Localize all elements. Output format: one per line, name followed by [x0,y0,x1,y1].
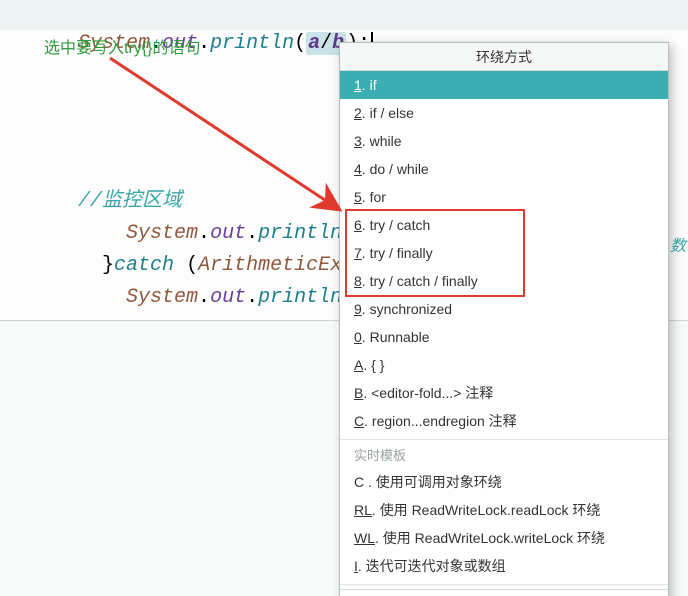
item-label: if / else [370,105,414,121]
popup-configure-link[interactable]: 配置动态模板... [340,589,668,596]
mnemonic: 9 [354,301,362,317]
item-label: { } [371,357,384,373]
mnemonic: C [354,474,364,490]
mnemonic: A [354,357,363,373]
mnemonic: 1 [354,77,362,93]
popup-item-synchronized[interactable]: 9. synchronized [340,295,668,323]
popup-item-writelock[interactable]: WL. 使用 ReadWriteLock.writeLock 环绕 [340,524,668,552]
item-label: 使用 ReadWriteLock.readLock 环绕 [380,502,601,518]
token-class: System [126,286,198,309]
mnemonic: WL [354,530,375,546]
popup-item-callable[interactable]: C . 使用可调用对象环绕 [340,468,668,496]
token-arg-a: a [308,32,320,55]
item-label: Runnable [370,329,430,345]
token-field: out [210,286,246,309]
popup-item-try-catch[interactable]: 6. try / catch [340,211,668,239]
popup-item-editor-fold[interactable]: B. <editor-fold...> 注释 [340,379,668,407]
popup-item-region[interactable]: C. region...endregion 注释 [340,407,668,435]
annotation-note: 选中要写入try{}的语句 [44,34,200,58]
popup-list-main: 1. if 2. if / else 3. while 4. do / whil… [340,71,668,435]
token-dot: . [246,286,258,309]
item-label: while [370,133,402,149]
root: System.out.println(a/b); 选中要写入try{}的语句 /… [0,0,688,596]
mnemonic: 2 [354,105,362,121]
popup-item-if[interactable]: 1. if [340,71,668,99]
popup-item-if-else[interactable]: 2. if / else [340,99,668,127]
item-label: <editor-fold...> 注释 [371,385,493,401]
popup-item-try-finally[interactable]: 7. try / finally [340,239,668,267]
mnemonic: B [354,385,363,401]
item-label: do / while [370,161,429,177]
popup-item-do-while[interactable]: 4. do / while [340,155,668,183]
item-label: for [370,189,386,205]
mnemonic: I [354,558,358,574]
mnemonic: 6 [354,217,362,233]
popup-separator [340,584,668,585]
mnemonic: 5 [354,189,362,205]
item-label: try / finally [370,245,433,261]
token-dot: . [198,286,210,309]
token-paren-open: ( [294,32,306,55]
item-label: try / catch / finally [370,273,478,289]
popup-item-while[interactable]: 3. while [340,127,668,155]
popup-separator [340,439,668,440]
surround-with-popup: 环绕方式 1. if 2. if / else 3. while 4. do /… [339,42,669,596]
popup-item-readlock[interactable]: RL. 使用 ReadWriteLock.readLock 环绕 [340,496,668,524]
token-slash: / [320,32,332,55]
item-label: try / catch [370,217,431,233]
mnemonic: 0 [354,329,362,345]
item-label: 使用 ReadWriteLock.writeLock 环绕 [383,530,605,546]
mnemonic: 4 [354,161,362,177]
mnemonic: 3 [354,133,362,149]
item-label: 迭代可迭代对象或数组 [366,558,506,574]
item-label: region...endregion 注释 [372,413,517,429]
token-method: println [210,32,294,55]
mnemonic: RL [354,502,372,518]
popup-section-live-templates: 实时模板 [340,444,668,468]
popup-item-braces[interactable]: A. { } [340,351,668,379]
popup-list-live: C . 使用可调用对象环绕 RL. 使用 ReadWriteLock.readL… [340,468,668,580]
mnemonic: 7 [354,245,362,261]
popup-item-for[interactable]: 5. for [340,183,668,211]
item-label: 使用可调用对象环绕 [376,474,502,490]
mnemonic: C [354,413,364,429]
token-method: println [258,286,342,309]
mnemonic: 8 [354,273,362,289]
item-label: synchronized [370,301,453,317]
indent [78,286,126,309]
popup-item-try-catch-finally[interactable]: 8. try / catch / finally [340,267,668,295]
popup-item-iterate[interactable]: I. 迭代可迭代对象或数组 [340,552,668,580]
item-label: if [370,77,377,93]
popup-title: 环绕方式 [340,43,668,71]
truncated-text-right: 数 [670,232,686,256]
popup-item-runnable[interactable]: 0. Runnable [340,323,668,351]
